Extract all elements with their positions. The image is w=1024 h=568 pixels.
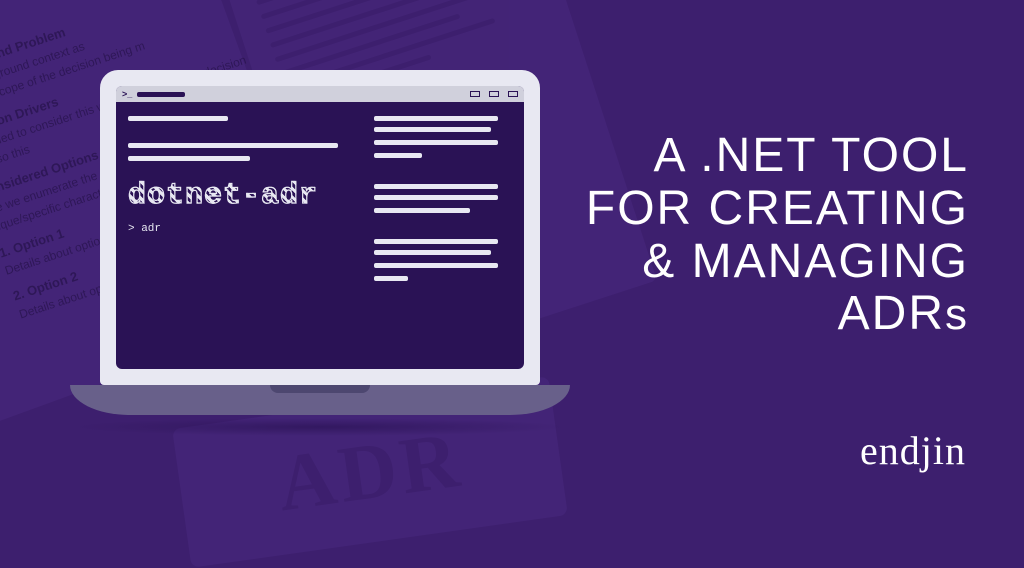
output-group [374, 184, 512, 221]
terminal-prompt: > adr [128, 223, 350, 235]
laptop-illustration: >_ dotnet-adr > adr [100, 70, 570, 415]
output-line [374, 239, 499, 244]
terminal-right-pane [362, 102, 524, 369]
headline: A .NET TOOL FOR CREATING & MANAGING ADRs [586, 130, 969, 341]
output-line [374, 276, 409, 281]
output-line [374, 208, 471, 213]
output-line [374, 184, 499, 189]
laptop-body: >_ dotnet-adr > adr [100, 70, 540, 385]
output-line [374, 263, 499, 268]
laptop-shadow [70, 418, 570, 436]
headline-line-4: ADRs [586, 288, 969, 341]
window-min-icon [470, 91, 480, 97]
headline-line-2: FOR CREATING [586, 183, 969, 236]
output-line [128, 156, 250, 161]
titlebar-title-placeholder [137, 92, 185, 97]
output-line [374, 250, 492, 255]
titlebar: >_ [116, 86, 524, 102]
terminal-content: dotnet-adr > adr [116, 102, 524, 369]
window-max-icon [489, 91, 499, 97]
brand-logo-text: endjin [860, 427, 966, 474]
output-line [374, 127, 492, 132]
terminal-left-pane: dotnet-adr > adr [116, 102, 362, 369]
output-line [374, 140, 499, 145]
output-line [128, 143, 338, 148]
terminal-window: >_ dotnet-adr > adr [116, 86, 524, 369]
dotnet-adr-logo-text: dotnet-adr [128, 179, 350, 213]
laptop-base [70, 385, 570, 415]
window-close-icon [508, 91, 518, 97]
titlebar-prompt-icon: >_ [122, 89, 132, 99]
output-line [374, 195, 499, 200]
output-group [374, 239, 512, 289]
headline-line-1: A .NET TOOL [586, 130, 969, 183]
output-line [128, 116, 228, 121]
headline-line-3: & MANAGING [586, 236, 969, 289]
output-group [374, 116, 512, 166]
output-line [374, 153, 422, 158]
output-line [374, 116, 499, 121]
